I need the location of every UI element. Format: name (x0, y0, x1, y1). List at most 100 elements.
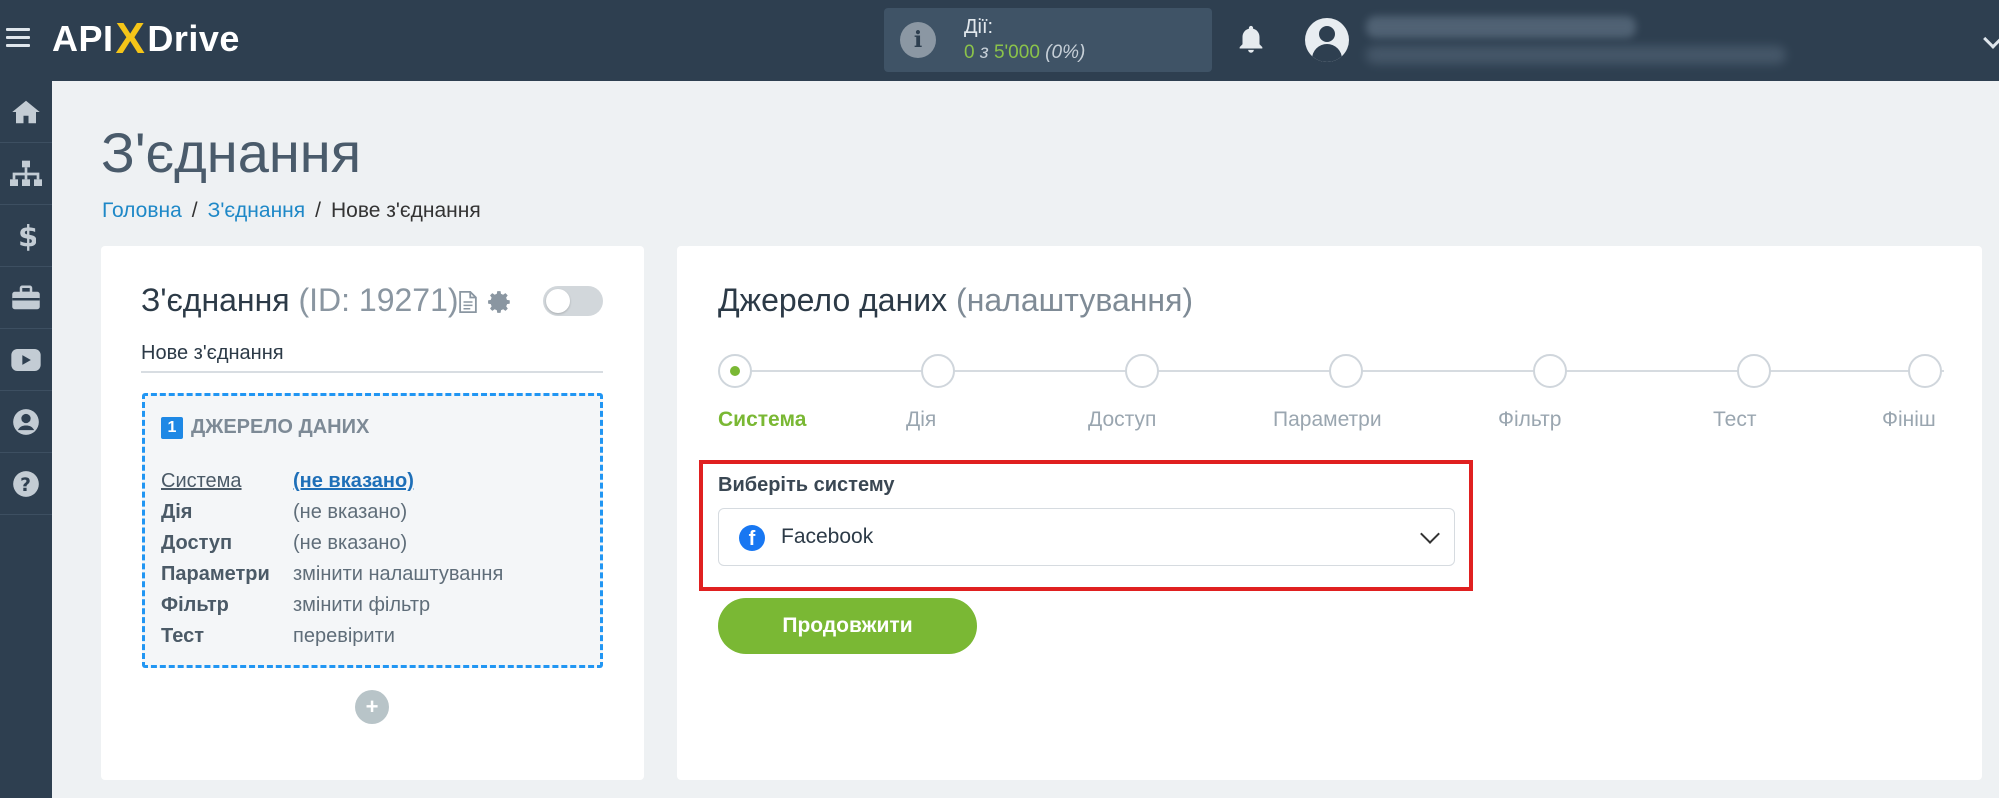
sidebar-item-tools[interactable] (0, 267, 52, 329)
step-finish[interactable] (1908, 354, 1942, 388)
connection-panel: З'єднання (ID: 19271) Нове з'єднання 1 Д… (101, 246, 644, 780)
actions-used: 0 (964, 42, 975, 63)
settings-title-text: Джерело даних (718, 282, 948, 318)
step-label: Фільтр (1498, 408, 1562, 431)
chevron-down-icon (1420, 524, 1440, 544)
breadcrumb-home-link[interactable]: Головна (102, 199, 182, 223)
row-key: Тест (161, 625, 204, 647)
selected-system: Facebook (781, 525, 874, 548)
chevron-down-icon[interactable] (1983, 29, 1999, 49)
toggle-knob (546, 289, 570, 313)
breadcrumb-connections-link[interactable]: З'єднання (208, 199, 306, 223)
info-icon: i (900, 22, 936, 58)
row-key: Параметри (161, 563, 270, 585)
step-sistema[interactable] (718, 354, 752, 388)
step-filtr[interactable] (1533, 354, 1567, 388)
data-source-row: Система (не вказано) (161, 466, 503, 497)
svg-text:?: ? (20, 475, 31, 496)
settings-title: Джерело даних (налаштування) (718, 282, 1193, 319)
continue-button[interactable]: Продовжити (718, 598, 977, 654)
connection-name-field[interactable]: Нове з'єднання (141, 342, 603, 373)
row-value: (не вказано) (293, 501, 408, 523)
sidebar-item-help[interactable]: ? (0, 453, 52, 515)
actions-of: з (979, 42, 989, 63)
logo[interactable]: API X Drive (52, 14, 240, 64)
step-label: Доступ (1088, 408, 1157, 431)
bell-icon[interactable] (1234, 22, 1268, 58)
row-key: Дія (161, 501, 193, 523)
logo-text-api: API (52, 18, 114, 59)
youtube-icon (11, 348, 41, 371)
sidebar-item-connections[interactable] (0, 143, 52, 205)
menu-icon[interactable] (6, 28, 30, 52)
select-system-label: Виберіть систему (718, 474, 895, 496)
user-email-blurred (1366, 46, 1786, 64)
dollar-icon: $ (18, 220, 36, 252)
row-value[interactable]: (не вказано) (293, 470, 414, 493)
breadcrumb-separator: / (315, 199, 321, 222)
actions-label: Дії: (964, 16, 994, 38)
actions-count: 0 з 5'000 (0%) (964, 42, 1085, 64)
breadcrumb: Головна / З'єднання / Нове з'єднання (102, 199, 481, 223)
connection-toggle[interactable] (543, 286, 603, 316)
step-test[interactable] (1737, 354, 1771, 388)
actions-limit: 5'000 (993, 42, 1040, 63)
row-value: змінити фільтр (293, 594, 431, 616)
connection-title: З'єднання (ID: 19271) (141, 282, 459, 319)
actions-percent: (0%) (1045, 42, 1086, 63)
row-value: змінити налаштування (293, 563, 504, 585)
step-diya[interactable] (921, 354, 955, 388)
connection-title-text: З'єднання (141, 282, 290, 318)
logo-text-x: X (115, 14, 146, 63)
sidebar-item-home[interactable] (0, 81, 52, 143)
sidebar: $ ? (0, 81, 52, 798)
data-source-row: Фільтр змінити фільтр (161, 590, 503, 621)
avatar[interactable] (1305, 18, 1349, 62)
breadcrumb-separator: / (191, 199, 198, 222)
page-title: З'єднання (101, 121, 362, 184)
row-value: перевірити (293, 625, 395, 647)
settings-panel: Джерело даних (налаштування) Система Дія… (677, 246, 1982, 780)
system-select[interactable]: f Facebook (718, 508, 1455, 566)
step-label: Фініш (1882, 408, 1936, 431)
data-source-title: ДЖЕРЕЛО ДАНИХ (191, 416, 370, 438)
data-source-row: Параметри змінити налаштування (161, 559, 503, 590)
sidebar-item-video[interactable] (0, 329, 52, 391)
connection-id: (ID: 19271) (298, 282, 459, 318)
gear-icon[interactable] (487, 289, 513, 315)
data-source-row: Тест перевірити (161, 621, 503, 652)
step-label: Параметри (1273, 408, 1382, 431)
row-value: (не вказано) (293, 532, 408, 554)
breadcrumb-current: Нове з'єднання (331, 199, 481, 222)
svg-text:$: $ (18, 220, 36, 252)
step-label: Система (718, 408, 807, 431)
help-icon: ? (13, 470, 39, 497)
user-name-blurred[interactable] (1366, 16, 1636, 38)
row-key: Фільтр (161, 594, 229, 616)
progress-stepper: Система Дія Доступ Параметри Фільтр Тест… (718, 354, 1948, 431)
data-source-header: 1 ДЖЕРЕЛО ДАНИХ (161, 416, 369, 439)
data-source-row: Дія (не вказано) (161, 497, 503, 528)
document-icon[interactable] (459, 290, 477, 314)
data-source-row: Доступ (не вказано) (161, 528, 503, 559)
actions-counter: i Дії: 0 з 5'000 (0%) (884, 8, 1212, 72)
add-step-button[interactable]: + (355, 690, 389, 724)
sitemap-icon (10, 160, 42, 186)
sidebar-item-billing[interactable]: $ (0, 205, 52, 267)
data-source-rows: Система (не вказано) Дія (не вказано) До… (161, 466, 503, 652)
row-key: Доступ (161, 532, 233, 554)
data-source-card[interactable]: 1 ДЖЕРЕЛО ДАНИХ Система (не вказано) Дія… (142, 393, 603, 668)
briefcase-icon (12, 285, 40, 309)
step-dostup[interactable] (1125, 354, 1159, 388)
facebook-icon: f (739, 525, 765, 551)
step-label: Тест (1713, 408, 1757, 431)
step-label: Дія (906, 408, 937, 431)
step-parametry[interactable] (1329, 354, 1363, 388)
step-number-badge: 1 (161, 416, 183, 439)
logo-text-drive: Drive (147, 18, 240, 59)
sidebar-item-profile[interactable] (0, 391, 52, 453)
user-icon (13, 408, 39, 435)
row-key[interactable]: Система (161, 470, 293, 493)
home-icon (12, 100, 40, 123)
settings-subtitle: (налаштування) (956, 282, 1194, 318)
